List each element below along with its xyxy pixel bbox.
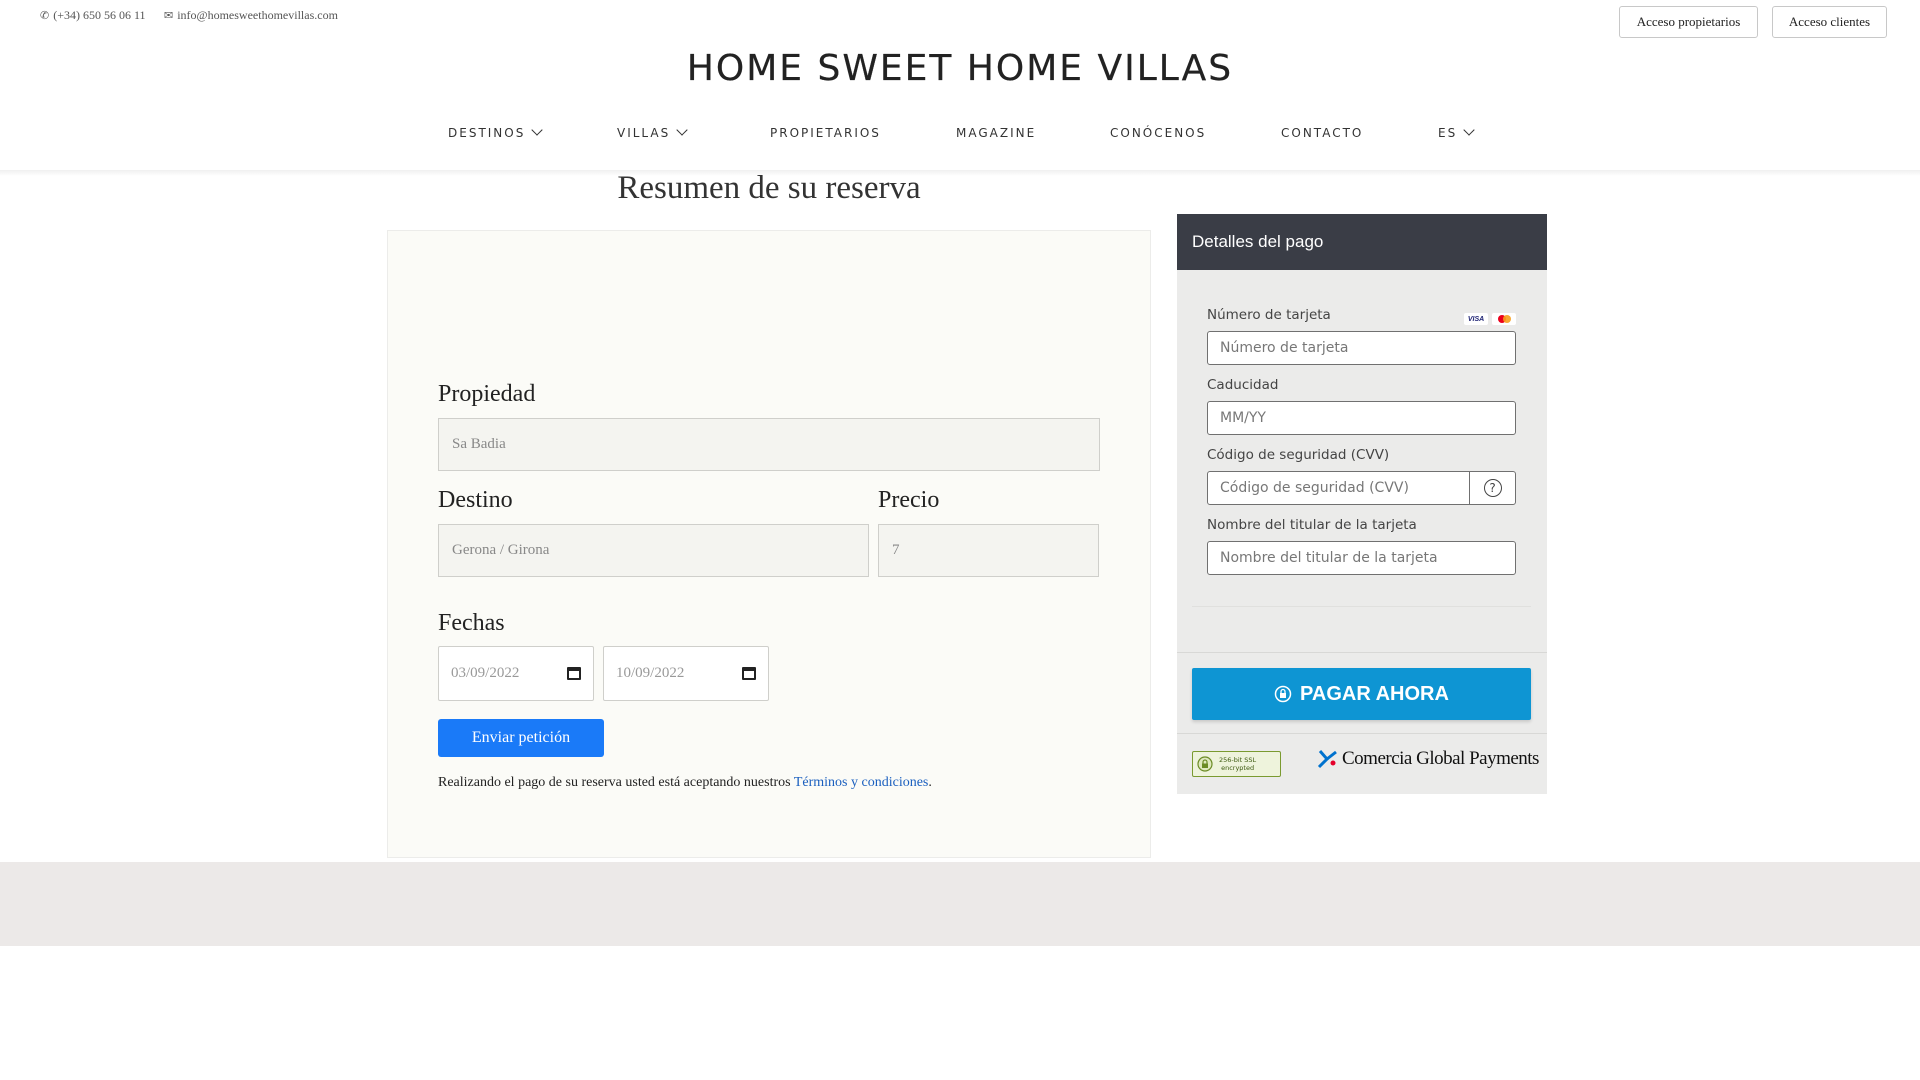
chevron-down-icon — [1463, 124, 1475, 136]
date-from-input[interactable]: 03/09/2022 — [438, 646, 594, 701]
lock-icon — [1274, 685, 1292, 703]
envelope-icon: ✉ — [164, 9, 174, 22]
email-address: info@homesweethomevillas.com — [177, 8, 338, 22]
form-divider — [1192, 606, 1531, 607]
cvv-input[interactable]: Código de seguridad (CVV) — [1207, 471, 1470, 505]
nav-contacto-label: CONTACTO — [1281, 126, 1364, 140]
cvv-help-button[interactable]: ? — [1469, 471, 1516, 505]
ssl-line2: encrypted — [1221, 764, 1255, 772]
phone-contact[interactable]: ✆ (+34) 650 56 06 11 — [40, 8, 146, 23]
destination-label: Destino — [438, 487, 513, 513]
email-contact[interactable]: ✉ info@homesweethomevillas.com — [164, 8, 338, 23]
owners-access-button[interactable]: Acceso propietarios — [1619, 6, 1758, 38]
terms-link[interactable]: Términos y condiciones — [794, 775, 929, 790]
nav-destinos-label: DESTINOS — [448, 126, 526, 140]
calendar-icon[interactable] — [742, 667, 756, 680]
star-logo-icon — [1316, 749, 1338, 769]
terms-text: Realizando el pago de su reserva usted e… — [438, 775, 794, 790]
expiry-label: Caducidad — [1207, 377, 1279, 393]
language-selector[interactable]: ES — [1438, 124, 1475, 140]
logo-text: HOME SWEET HOME VILLAS — [686, 48, 1234, 89]
calendar-icon[interactable] — [567, 667, 581, 680]
card-number-input[interactable]: Número de tarjeta — [1207, 331, 1516, 365]
date-to-value: 10/09/2022 — [616, 665, 685, 681]
terms-notice: Realizando el pago de su reserva usted e… — [438, 775, 932, 791]
phone-number: (+34) 650 56 06 11 — [53, 8, 146, 22]
property-label: Propiedad — [438, 381, 536, 407]
nav-villas-label: VILLAS — [617, 126, 671, 140]
ssl-line1: 256-bit SSL — [1219, 756, 1257, 764]
provider-logo: Comercia Global Payments — [1316, 748, 1539, 770]
nav-destinos[interactable]: DESTINOS — [448, 124, 544, 140]
clients-access-button[interactable]: Acceso clientes — [1772, 6, 1887, 38]
badges-divider — [1177, 733, 1547, 734]
nav-magazine-label: MAGAZINE — [956, 126, 1037, 140]
question-icon: ? — [1483, 479, 1502, 497]
terms-end: . — [928, 775, 932, 790]
holder-input[interactable]: Nombre del titular de la tarjeta — [1207, 541, 1516, 575]
date-to-input[interactable]: 10/09/2022 — [603, 646, 769, 701]
destination-field[interactable]: Gerona / Girona — [438, 524, 869, 577]
nav-conocenos-label: CONÓCENOS — [1110, 126, 1207, 140]
ssl-badge: 256-bit SSL encrypted — [1192, 751, 1281, 777]
dates-label: Fechas — [438, 610, 505, 636]
price-field[interactable]: 7 — [878, 524, 1099, 577]
provider-name: Comercia Global Payments — [1342, 748, 1539, 769]
footer — [0, 862, 1920, 946]
send-request-button[interactable]: Enviar petición — [438, 719, 604, 757]
price-label: Precio — [878, 487, 940, 513]
pay-now-label: PAGAR AHORA — [1300, 682, 1449, 705]
visa-icon: VISA — [1464, 313, 1488, 325]
card-number-label: Número de tarjeta — [1207, 307, 1331, 323]
holder-label: Nombre del titular de la tarjeta — [1207, 517, 1417, 533]
chevron-down-icon — [531, 124, 544, 136]
payment-header: Detalles del pago — [1177, 214, 1547, 270]
nav-contacto[interactable]: CONTACTO — [1281, 126, 1363, 140]
property-field[interactable]: Sa Badia — [438, 418, 1100, 471]
cvv-label: Código de seguridad (CVV) — [1207, 447, 1390, 463]
nav-villas[interactable]: VILLAS — [617, 124, 688, 140]
mastercard-icon — [1492, 313, 1516, 325]
nav-conocenos[interactable]: CONÓCENOS — [1110, 126, 1206, 140]
pay-now-button[interactable]: PAGAR AHORA — [1192, 668, 1531, 720]
nav-propietarios[interactable]: PROPIETARIOS — [770, 126, 881, 140]
padlock-icon — [1197, 756, 1213, 772]
nav-magazine[interactable]: MAGAZINE — [956, 126, 1036, 140]
language-label: ES — [1438, 126, 1458, 140]
date-from-value: 03/09/2022 — [451, 665, 520, 681]
nav-propietarios-label: PROPIETARIOS — [770, 126, 881, 140]
page-title: Resumen de su reserva — [617, 170, 921, 206]
phone-icon: ✆ — [40, 9, 50, 22]
expiry-input[interactable]: MM/YY — [1207, 401, 1516, 435]
site-logo[interactable]: HOME SWEET HOME VILLAS — [0, 48, 1920, 89]
panel-divider — [1177, 652, 1547, 653]
chevron-down-icon — [676, 124, 688, 136]
